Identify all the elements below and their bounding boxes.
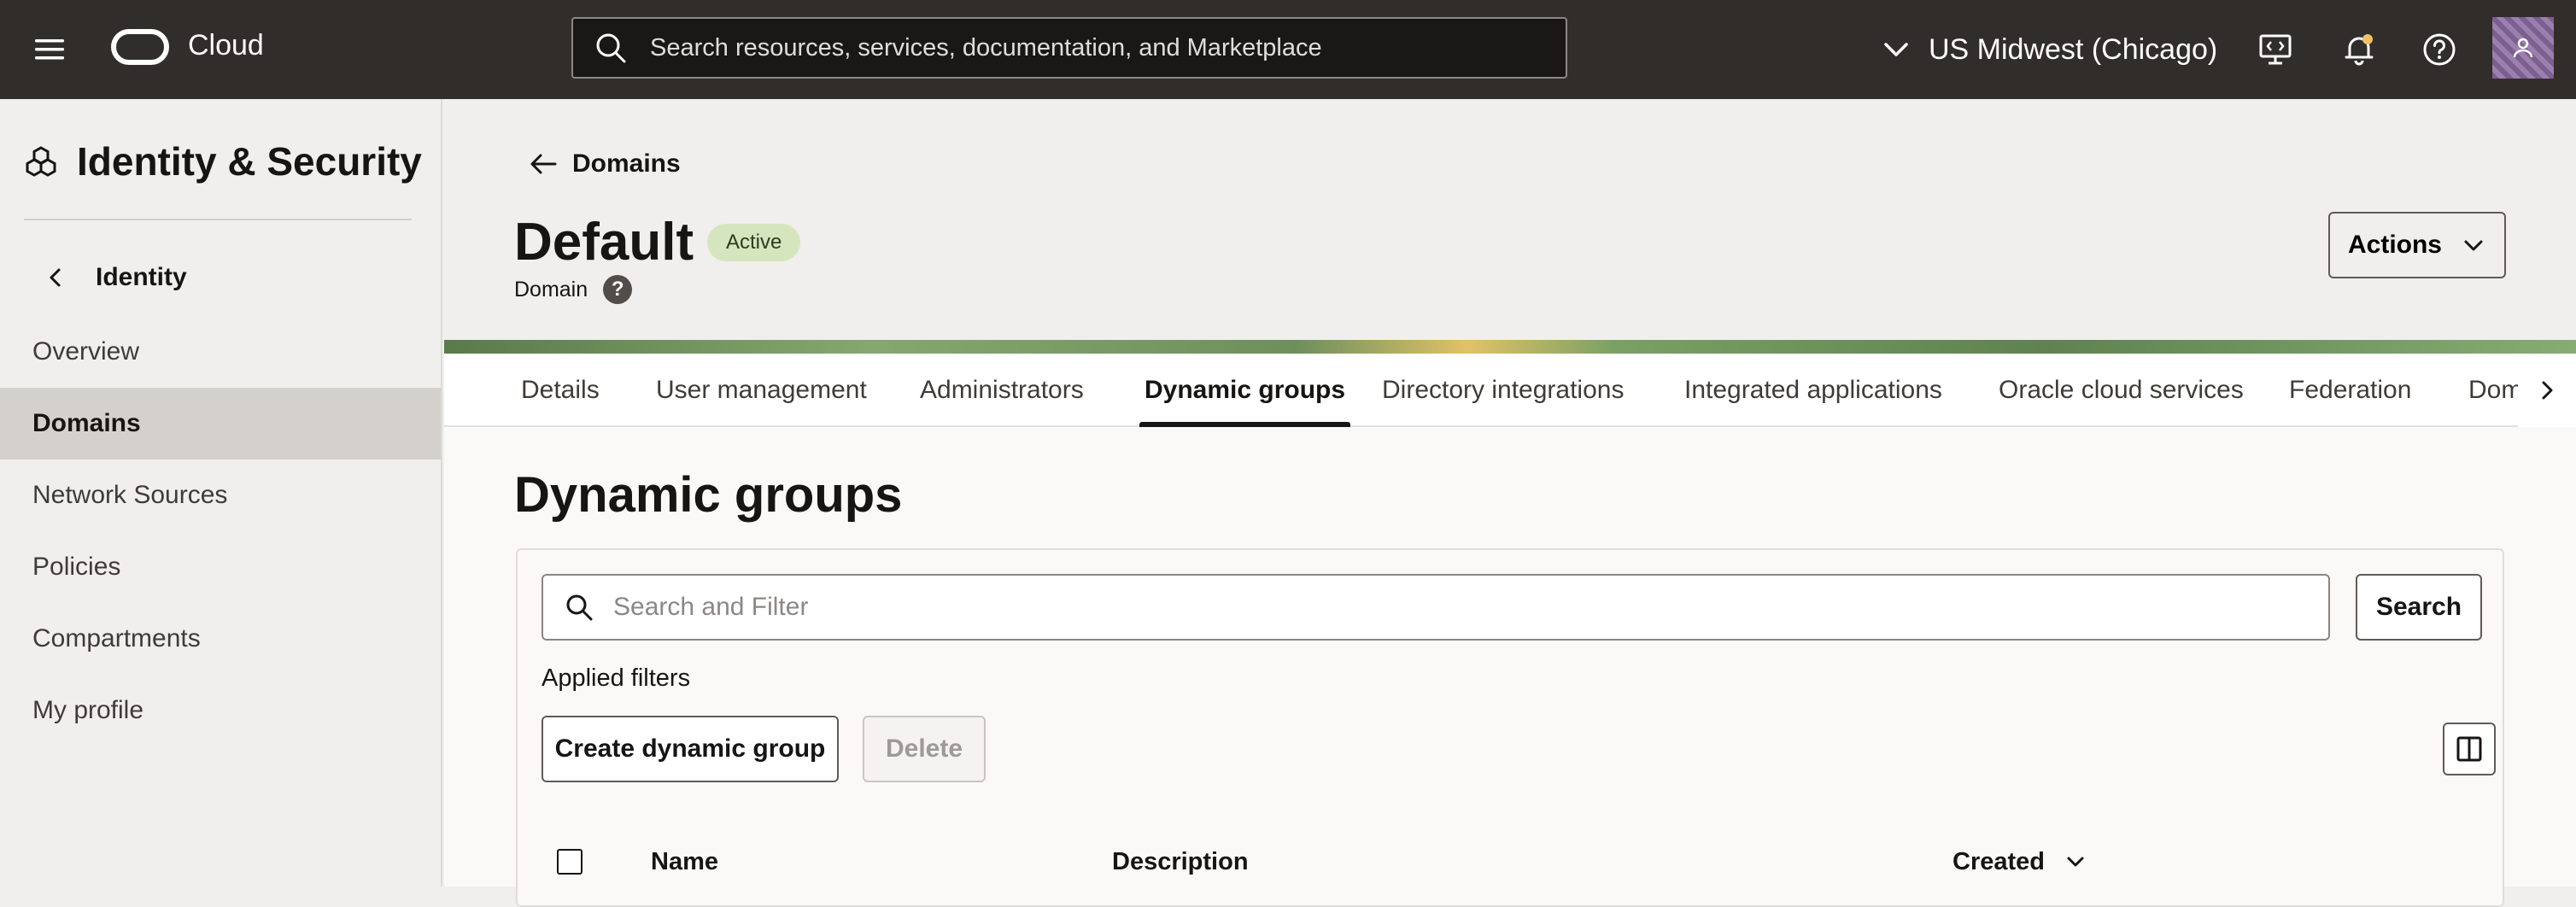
sidebar-item-domains[interactable]: Domains xyxy=(0,388,441,459)
column-header-created[interactable]: Created xyxy=(1952,832,2087,892)
left-sidebar: Identity & Security Identity Overview Do… xyxy=(0,99,442,887)
oracle-logo-icon[interactable] xyxy=(111,29,169,65)
region-selector[interactable]: US Midwest (Chicago) xyxy=(1881,26,2217,73)
status-badge: Active xyxy=(707,224,801,261)
tab-directory-integrations[interactable]: Directory integrations xyxy=(1382,354,1624,427)
sidebar-item-policies[interactable]: Policies xyxy=(0,531,441,603)
sidebar-header: Identity & Security xyxy=(24,138,422,184)
chevron-down-icon[interactable] xyxy=(2064,850,2087,874)
user-avatar[interactable] xyxy=(2492,17,2554,79)
tab-oracle-cloud-services[interactable]: Oracle cloud services xyxy=(1999,354,2244,427)
tabs-scroll-right-button[interactable] xyxy=(2518,354,2576,427)
actions-menu-button[interactable]: Actions xyxy=(2328,212,2506,278)
subtitle-label: Domain xyxy=(514,277,588,301)
chevron-down-icon xyxy=(2464,240,2483,251)
select-all-checkbox[interactable] xyxy=(557,849,583,875)
back-domains-label: Domains xyxy=(572,149,681,178)
search-button[interactable]: Search xyxy=(2356,574,2482,641)
search-filter-field[interactable] xyxy=(542,574,2330,641)
tab-user-management[interactable]: User management xyxy=(656,354,867,427)
domain-tabs: Details User management Administrators D… xyxy=(444,354,2576,427)
back-to-identity-link[interactable]: Identity xyxy=(43,263,187,292)
notification-bell-icon[interactable] xyxy=(2340,31,2378,68)
search-icon xyxy=(596,33,626,63)
back-to-domains-link[interactable]: Domains xyxy=(528,149,681,179)
column-layout-button[interactable] xyxy=(2443,723,2496,775)
tab-federation[interactable]: Federation xyxy=(2289,354,2411,427)
identity-security-icon xyxy=(26,146,56,177)
help-icon[interactable] xyxy=(2421,31,2458,68)
applied-filters-label: Applied filters xyxy=(542,664,691,692)
brand-label[interactable]: Cloud xyxy=(188,29,264,62)
menu-icon[interactable] xyxy=(32,32,67,67)
search-icon xyxy=(566,594,593,621)
actions-label: Actions xyxy=(2347,231,2442,259)
main-content: Domains Default Active Domain ? Actions … xyxy=(444,99,2576,907)
arrow-left-icon xyxy=(530,154,557,174)
tab-administrators[interactable]: Administrators xyxy=(920,354,1084,427)
table-header: Name Description Created xyxy=(518,832,2503,892)
delete-button[interactable]: Delete xyxy=(863,716,986,782)
sidebar-divider xyxy=(24,219,412,220)
top-navigation-bar: Cloud US Midwest (Chicago) xyxy=(0,0,2576,99)
sidebar-item-compartments[interactable]: Compartments xyxy=(0,603,441,675)
chevron-left-icon xyxy=(50,268,61,287)
search-filter-input[interactable] xyxy=(613,593,2304,622)
back-label: Identity xyxy=(96,263,187,291)
developer-tools-icon[interactable] xyxy=(2257,31,2294,68)
columns-icon xyxy=(2456,736,2482,762)
tab-domain-settings[interactable]: Dom xyxy=(2468,354,2522,427)
page-title: Default xyxy=(514,213,694,272)
chevron-right-icon xyxy=(2542,381,2553,400)
dynamic-groups-panel: Search Applied filters Create dynamic gr… xyxy=(516,548,2504,907)
page-subtitle: Domain ? xyxy=(514,275,633,304)
sidebar-item-overview[interactable]: Overview xyxy=(0,316,441,388)
column-header-name[interactable]: Name xyxy=(651,832,718,892)
region-label: US Midwest (Chicago) xyxy=(1929,32,2218,66)
sidebar-title: Identity & Security xyxy=(77,139,422,184)
global-search-input[interactable] xyxy=(650,33,1538,62)
sidebar-item-network-sources[interactable]: Network Sources xyxy=(0,459,441,531)
tab-details[interactable]: Details xyxy=(521,354,600,427)
sidebar-item-my-profile[interactable]: My profile xyxy=(0,675,441,746)
column-header-description: Description xyxy=(1112,847,1249,875)
decorative-banner xyxy=(444,340,2576,354)
tab-integrated-applications[interactable]: Integrated applications xyxy=(1684,354,1942,427)
chevron-down-icon xyxy=(1884,43,1908,56)
create-dynamic-group-button[interactable]: Create dynamic group xyxy=(542,716,839,782)
global-search-field[interactable] xyxy=(571,17,1567,79)
user-icon xyxy=(2513,38,2533,58)
section-title: Dynamic groups xyxy=(514,467,903,523)
tab-dynamic-groups[interactable]: Dynamic groups xyxy=(1139,354,1351,427)
help-icon[interactable]: ? xyxy=(603,275,633,304)
created-label: Created xyxy=(1952,847,2045,875)
